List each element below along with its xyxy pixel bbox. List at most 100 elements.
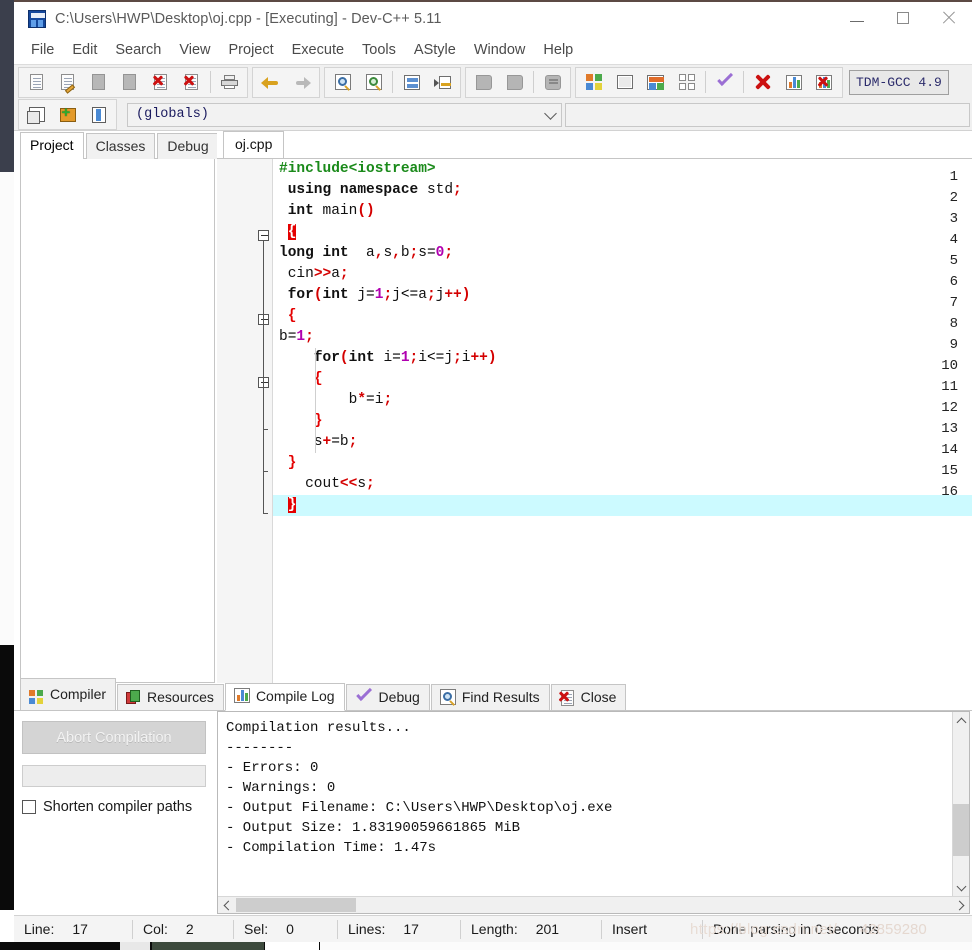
editor-tabs: oj.cpp [217,131,972,158]
shorten-paths-row[interactable]: Shorten compiler paths [22,799,209,815]
tab-find-results[interactable]: Find Results [430,684,550,711]
new-file-icon[interactable] [21,68,52,97]
taskbar-segment [120,942,150,950]
minimize-button[interactable] [834,1,880,35]
add-to-project-icon[interactable] [52,100,83,129]
new-project-icon[interactable] [21,100,52,129]
tab-classes[interactable]: Classes [85,133,156,159]
chevron-down-icon[interactable] [544,106,557,120]
scroll-up-icon[interactable] [953,712,969,729]
project-view-icon[interactable] [83,100,114,129]
profile-icon[interactable] [778,68,809,97]
menu-item-window[interactable]: Window [465,39,535,61]
code-line[interactable]: b=1; [273,327,972,348]
tab-project[interactable]: Project [20,132,84,159]
tab-compiler[interactable]: Compiler [20,678,117,711]
code-line[interactable]: } [273,453,972,474]
fold-toggle-icon[interactable] [258,230,269,241]
code-line-current[interactable]: } [273,495,972,516]
run-icon[interactable] [609,68,640,97]
compile-log-view[interactable]: Compilation results... -------- - Errors… [217,711,970,914]
status-insert-mode[interactable]: Insert [602,916,702,943]
stop-execution-icon[interactable] [747,68,778,97]
code-line[interactable]: int main() [273,201,972,222]
compile-run-icon[interactable] [640,68,671,97]
scroll-down-icon[interactable] [953,879,969,896]
tab-close-panel[interactable]: Close [550,684,627,711]
vertical-scroll-thumb[interactable] [953,804,969,856]
log-horizontal-scrollbar[interactable] [218,896,969,913]
code-line[interactable]: b*=i; [273,390,972,411]
save-file-icon[interactable] [83,68,114,97]
compile-icon[interactable] [578,68,609,97]
scroll-left-icon[interactable] [218,897,235,913]
scope-selector-secondary[interactable] [565,102,970,127]
project-tree[interactable] [20,158,215,683]
tab-debug[interactable]: Debug [157,133,219,159]
background-window-strip-mid [0,172,14,645]
window-title: C:\Users\HWP\Desktop\oj.cpp - [Executing… [55,11,442,27]
menu-item-search[interactable]: Search [106,39,170,61]
code-line[interactable]: } [273,411,972,432]
abort-compilation-button[interactable]: Abort Compilation [22,721,206,754]
menu-item-edit[interactable]: Edit [63,39,106,61]
open-file-icon[interactable] [52,68,83,97]
goto-function-icon[interactable] [396,68,427,97]
maximize-button[interactable] [880,1,926,35]
code-line[interactable]: cout<<s; [273,474,972,495]
syntax-check-icon[interactable] [709,68,740,97]
tab-resources[interactable]: Resources [117,684,224,711]
menu-item-view[interactable]: View [170,39,219,61]
code-line[interactable]: using namespace std; [273,180,972,201]
menu-item-execute[interactable]: Execute [283,39,353,61]
replace-icon[interactable] [358,68,389,97]
code-line[interactable]: { [273,369,972,390]
close-all-icon[interactable] [176,68,207,97]
code-line[interactable]: { [273,306,972,327]
code-line[interactable]: #include<iostream> [273,159,972,180]
tab-compile-log[interactable]: Compile Log [224,683,345,711]
menu-item-file[interactable]: File [22,39,63,61]
goto-line-icon[interactable] [427,68,458,97]
menu-item-project[interactable]: Project [220,39,283,61]
close-button[interactable] [926,1,972,35]
save-all-icon[interactable] [114,68,145,97]
tab-debug-output[interactable]: Debug [345,684,430,711]
toggle-bookmark-icon[interactable] [537,68,568,97]
tab-label: Debug [378,689,420,705]
fold-range-line [263,241,264,513]
compiler-set-selector[interactable]: TDM-GCC 4.9 [849,69,949,95]
menu-bar: File Edit Search View Project Execute To… [14,36,972,64]
menu-item-help[interactable]: Help [534,39,582,61]
back-icon[interactable] [468,68,499,97]
delete-profile-icon[interactable] [809,68,840,97]
code-folding-column[interactable] [257,159,273,683]
scroll-right-icon[interactable] [952,897,969,913]
shorten-paths-checkbox[interactable] [22,800,36,814]
code-text-area[interactable]: #include<iostream> using namespace std; … [273,159,972,683]
code-line[interactable]: for(int i=1;i<=j;i++) [273,348,972,369]
undo-icon[interactable] [255,68,286,97]
status-length-label: Length: [471,921,518,937]
tab-oj-cpp[interactable]: oj.cpp [223,131,285,158]
redo-icon[interactable] [286,68,317,97]
forward-icon[interactable] [499,68,530,97]
code-line[interactable]: for(int j=1;j<=a;j++) [273,285,972,306]
log-vertical-scrollbar[interactable] [952,712,969,896]
status-col: Col: 2 [133,916,233,943]
menu-item-astyle[interactable]: AStyle [405,39,465,61]
code-editor[interactable]: 1 2 3 4 5 6 7 8 9 10 11 12 13 14 15 16 1… [217,158,972,683]
code-line[interactable]: s+=b; [273,432,972,453]
menu-item-tools[interactable]: Tools [353,39,405,61]
scope-selector[interactable]: (globals) [127,102,562,127]
code-line[interactable]: cin>>a; [273,264,972,285]
close-file-icon[interactable] [145,68,176,97]
print-icon[interactable] [214,68,245,97]
compiler-icon [29,683,44,705]
code-line[interactable]: long int a,s,b;s=0; [273,243,972,264]
find-icon[interactable] [327,68,358,97]
horizontal-scroll-thumb[interactable] [236,898,356,912]
rebuild-all-icon[interactable] [671,68,702,97]
search-toolbar-group [324,66,461,98]
code-line[interactable]: { [273,222,972,243]
